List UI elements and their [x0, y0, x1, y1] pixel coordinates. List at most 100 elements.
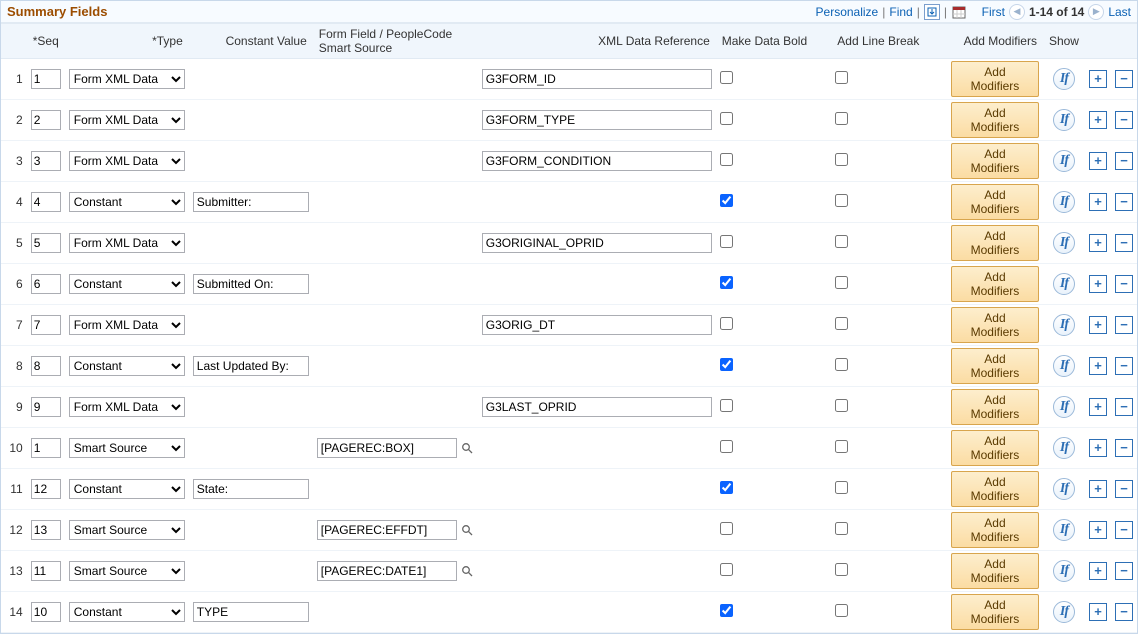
bold-checkbox[interactable]: [720, 317, 733, 330]
lookup-icon[interactable]: [460, 523, 474, 537]
add-row-button[interactable]: +: [1089, 480, 1107, 498]
show-if-icon[interactable]: If: [1053, 109, 1075, 131]
delete-row-button[interactable]: −: [1115, 521, 1133, 539]
add-modifiers-button[interactable]: Add Modifiers: [951, 389, 1039, 425]
col-const[interactable]: Constant Value: [189, 24, 313, 59]
linebreak-checkbox[interactable]: [835, 399, 848, 412]
linebreak-checkbox[interactable]: [835, 358, 848, 371]
type-select[interactable]: Form XML DataConstantSmart Source: [69, 315, 185, 335]
delete-row-button[interactable]: −: [1115, 152, 1133, 170]
show-if-icon[interactable]: If: [1053, 191, 1075, 213]
delete-row-button[interactable]: −: [1115, 193, 1133, 211]
add-row-button[interactable]: +: [1089, 521, 1107, 539]
add-modifiers-button[interactable]: Add Modifiers: [951, 594, 1039, 630]
col-linebreak[interactable]: Add Line Break: [831, 24, 947, 59]
bold-checkbox[interactable]: [720, 112, 733, 125]
show-if-icon[interactable]: If: [1053, 560, 1075, 582]
show-if-icon[interactable]: If: [1053, 273, 1075, 295]
bold-checkbox[interactable]: [720, 604, 733, 617]
add-modifiers-button[interactable]: Add Modifiers: [951, 307, 1039, 343]
seq-input[interactable]: [31, 561, 61, 581]
add-modifiers-button[interactable]: Add Modifiers: [951, 471, 1039, 507]
xml-reference-input[interactable]: [482, 151, 712, 171]
constant-value-input[interactable]: [193, 356, 309, 376]
add-modifiers-button[interactable]: Add Modifiers: [951, 102, 1039, 138]
show-if-icon[interactable]: If: [1053, 68, 1075, 90]
add-modifiers-button[interactable]: Add Modifiers: [951, 348, 1039, 384]
show-if-icon[interactable]: If: [1053, 601, 1075, 623]
col-xml[interactable]: XML Data Reference: [478, 24, 716, 59]
bold-checkbox[interactable]: [720, 563, 733, 576]
seq-input[interactable]: [31, 192, 61, 212]
col-smart[interactable]: Form Field / PeopleCode Smart Source: [313, 24, 478, 59]
add-modifiers-button[interactable]: Add Modifiers: [951, 266, 1039, 302]
bold-checkbox[interactable]: [720, 440, 733, 453]
show-if-icon[interactable]: If: [1053, 355, 1075, 377]
type-select[interactable]: Form XML DataConstantSmart Source: [69, 151, 185, 171]
add-row-button[interactable]: +: [1089, 357, 1107, 375]
seq-input[interactable]: [31, 69, 61, 89]
linebreak-checkbox[interactable]: [835, 194, 848, 207]
seq-input[interactable]: [31, 151, 61, 171]
linebreak-checkbox[interactable]: [835, 440, 848, 453]
show-if-icon[interactable]: If: [1053, 519, 1075, 541]
lookup-icon[interactable]: [460, 441, 474, 455]
seq-input[interactable]: [31, 602, 61, 622]
seq-input[interactable]: [31, 438, 61, 458]
linebreak-checkbox[interactable]: [835, 604, 848, 617]
show-if-icon[interactable]: If: [1053, 232, 1075, 254]
bold-checkbox[interactable]: [720, 276, 733, 289]
constant-value-input[interactable]: [193, 274, 309, 294]
delete-row-button[interactable]: −: [1115, 398, 1133, 416]
seq-input[interactable]: [31, 315, 61, 335]
add-modifiers-button[interactable]: Add Modifiers: [951, 184, 1039, 220]
xml-reference-input[interactable]: [482, 110, 712, 130]
col-bold[interactable]: Make Data Bold: [716, 24, 832, 59]
xml-reference-input[interactable]: [482, 397, 712, 417]
lookup-icon[interactable]: [460, 564, 474, 578]
add-row-button[interactable]: +: [1089, 193, 1107, 211]
linebreak-checkbox[interactable]: [835, 235, 848, 248]
add-row-button[interactable]: +: [1089, 316, 1107, 334]
type-select[interactable]: Form XML DataConstantSmart Source: [69, 69, 185, 89]
add-modifiers-button[interactable]: Add Modifiers: [951, 430, 1039, 466]
linebreak-checkbox[interactable]: [835, 112, 848, 125]
type-select[interactable]: Form XML DataConstantSmart Source: [69, 397, 185, 417]
find-link[interactable]: Find: [889, 5, 912, 19]
seq-input[interactable]: [31, 356, 61, 376]
download-icon[interactable]: [924, 4, 940, 20]
show-if-icon[interactable]: If: [1053, 478, 1075, 500]
linebreak-checkbox[interactable]: [835, 481, 848, 494]
constant-value-input[interactable]: [193, 602, 309, 622]
next-icon[interactable]: ▶: [1088, 4, 1104, 20]
delete-row-button[interactable]: −: [1115, 70, 1133, 88]
show-if-icon[interactable]: If: [1053, 314, 1075, 336]
personalize-link[interactable]: Personalize: [816, 5, 879, 19]
linebreak-checkbox[interactable]: [835, 317, 848, 330]
add-row-button[interactable]: +: [1089, 70, 1107, 88]
type-select[interactable]: Form XML DataConstantSmart Source: [69, 233, 185, 253]
col-show[interactable]: Show: [1043, 24, 1085, 59]
add-modifiers-button[interactable]: Add Modifiers: [951, 225, 1039, 261]
type-select[interactable]: Form XML DataConstantSmart Source: [69, 479, 185, 499]
constant-value-input[interactable]: [193, 192, 309, 212]
smart-source-input[interactable]: [317, 438, 457, 458]
add-row-button[interactable]: +: [1089, 562, 1107, 580]
xml-reference-input[interactable]: [482, 315, 712, 335]
bold-checkbox[interactable]: [720, 522, 733, 535]
add-modifiers-button[interactable]: Add Modifiers: [951, 61, 1039, 97]
bold-checkbox[interactable]: [720, 194, 733, 207]
xml-reference-input[interactable]: [482, 233, 712, 253]
type-select[interactable]: Form XML DataConstantSmart Source: [69, 602, 185, 622]
linebreak-checkbox[interactable]: [835, 153, 848, 166]
delete-row-button[interactable]: −: [1115, 111, 1133, 129]
type-select[interactable]: Form XML DataConstantSmart Source: [69, 561, 185, 581]
add-row-button[interactable]: +: [1089, 111, 1107, 129]
type-select[interactable]: Form XML DataConstantSmart Source: [69, 356, 185, 376]
delete-row-button[interactable]: −: [1115, 562, 1133, 580]
add-modifiers-button[interactable]: Add Modifiers: [951, 143, 1039, 179]
col-type[interactable]: *Type: [65, 24, 189, 59]
seq-input[interactable]: [31, 397, 61, 417]
delete-row-button[interactable]: −: [1115, 480, 1133, 498]
show-if-icon[interactable]: If: [1053, 396, 1075, 418]
